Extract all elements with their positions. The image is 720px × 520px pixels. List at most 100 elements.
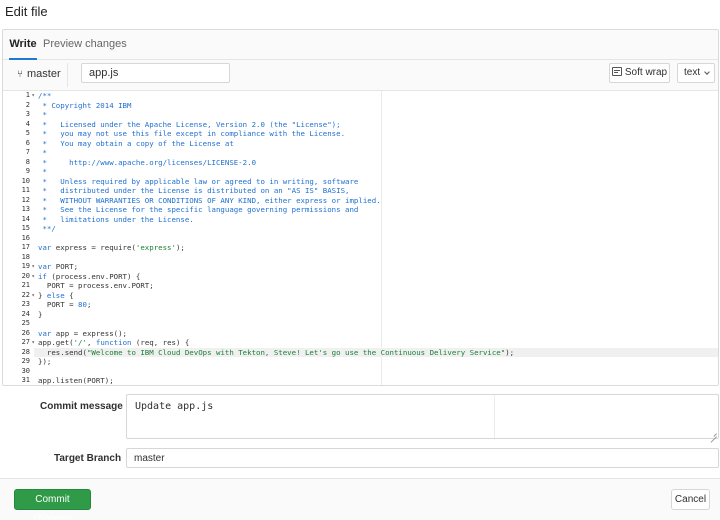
code-line[interactable]: * xyxy=(38,110,718,120)
target-branch-input[interactable] xyxy=(126,448,719,468)
divider xyxy=(494,395,495,438)
line-number: 1 ▾ xyxy=(3,91,35,101)
filename-input[interactable] xyxy=(81,63,230,83)
code-line[interactable]: res.send("Welcome to IBM Cloud DevOps wi… xyxy=(38,348,718,358)
line-number: 17 xyxy=(3,243,34,253)
line-number-text: 2 xyxy=(25,100,30,109)
line-number: 16 xyxy=(3,234,34,244)
fold-arrow-icon[interactable]: ▾ xyxy=(31,291,35,301)
target-branch-label: Target Branch xyxy=(54,453,122,464)
code-line[interactable] xyxy=(38,253,718,263)
code-line[interactable]: PORT = process.env.PORT; xyxy=(38,281,718,291)
line-number: 11 xyxy=(3,186,34,196)
line-number: 31 xyxy=(3,376,34,385)
line-number-text: 26 xyxy=(21,328,30,337)
code-line[interactable]: } xyxy=(38,310,718,320)
code-line[interactable]: * http://www.apache.org/licenses/LICENSE… xyxy=(38,158,718,168)
cancel-button[interactable]: Cancel xyxy=(671,489,710,510)
code-line[interactable]: /** xyxy=(38,91,718,101)
line-number-text: 6 xyxy=(25,138,30,147)
line-number: 22 ▾ xyxy=(3,290,35,301)
line-number-text: 17 xyxy=(21,243,30,251)
soft-wrap-icon xyxy=(611,67,622,76)
branch-icon: ⑂ xyxy=(17,69,23,80)
code-line[interactable]: * limitations under the License. xyxy=(38,215,718,225)
commit-changes-button[interactable]: Commit changes xyxy=(14,489,91,520)
line-number: 26 xyxy=(3,329,34,339)
line-number-text: 22 xyxy=(21,290,30,299)
commit-message-label: Commit message xyxy=(40,401,123,412)
line-number-text: 10 xyxy=(21,176,30,185)
code-line[interactable]: var app = express(); xyxy=(38,329,718,339)
code-line[interactable]: * xyxy=(38,167,718,177)
line-number-text: 12 xyxy=(21,195,30,204)
line-numbers: 1 ▾ 2 3 4 5 6 7 8 9 10 11 12 13 14 15 16 17 18 19 ▾ 20 ▾ 21 22 ▾ 2… xyxy=(3,91,35,385)
code-line[interactable]: }); xyxy=(38,357,718,367)
line-number-text: 31 xyxy=(21,376,30,384)
tab-write[interactable]: Write xyxy=(9,30,37,60)
code-line[interactable]: * Unless required by applicable law or a… xyxy=(38,177,718,187)
code-line[interactable]: } else { xyxy=(38,291,718,301)
code-line[interactable]: PORT = 80; xyxy=(38,300,718,310)
fold-arrow-icon[interactable]: ▾ xyxy=(31,262,35,272)
line-number-text: 8 xyxy=(25,157,30,166)
line-number: 6 xyxy=(3,139,34,149)
code-line[interactable]: * You may obtain a copy of the License a… xyxy=(38,139,718,149)
code-line[interactable]: * See the License for the specific langu… xyxy=(38,205,718,215)
branch-indicator: ⑂ master xyxy=(17,68,61,80)
resize-handle[interactable] xyxy=(709,429,717,437)
line-number: 3 xyxy=(3,110,34,120)
line-number: 15 xyxy=(3,224,34,234)
page-title: Edit file xyxy=(5,4,48,19)
code-line[interactable] xyxy=(38,319,718,329)
code-lines[interactable]: /** * Copyright 2014 IBM * * Licensed un… xyxy=(38,91,718,385)
fold-arrow-icon[interactable]: ▾ xyxy=(31,91,35,101)
code-line[interactable] xyxy=(38,367,718,377)
line-number-text: 7 xyxy=(25,148,30,156)
commit-message-input[interactable] xyxy=(126,394,719,439)
line-number: 23 xyxy=(3,300,34,310)
editor-tabs: Write Preview changes xyxy=(3,30,718,60)
code-line[interactable]: * Licensed under the Apache License, Ver… xyxy=(38,120,718,130)
code-line[interactable]: * WITHOUT WARRANTIES OR CONDITIONS OF AN… xyxy=(38,196,718,206)
line-number-text: 27 xyxy=(21,338,30,346)
line-number-text: 24 xyxy=(21,309,30,318)
soft-wrap-label: Soft wrap xyxy=(624,67,668,78)
code-line[interactable] xyxy=(38,234,718,244)
line-number: 18 xyxy=(3,253,34,263)
line-number: 9 xyxy=(3,167,34,177)
line-number-text: 4 xyxy=(25,119,30,128)
line-number: 4 xyxy=(3,120,34,130)
fold-arrow-icon[interactable]: ▾ xyxy=(31,272,35,282)
line-number-text: 28 xyxy=(21,347,30,356)
line-number: 27 ▾ xyxy=(3,338,35,348)
code-line[interactable]: app.get('/', function (req, res) { xyxy=(38,338,718,348)
line-number: 28 xyxy=(3,348,34,358)
code-editor[interactable]: 1 ▾ 2 3 4 5 6 7 8 9 10 11 12 13 14 15 16 17 18 19 ▾ 20 ▾ 21 22 ▾ 2… xyxy=(3,91,718,385)
code-line[interactable]: * xyxy=(38,148,718,158)
tab-preview-changes[interactable]: Preview changes xyxy=(43,30,127,60)
code-line[interactable]: **/ xyxy=(38,224,718,234)
line-number: 10 xyxy=(3,177,34,187)
fold-arrow-icon[interactable]: ▾ xyxy=(31,338,35,348)
line-number: 29 xyxy=(3,357,34,367)
line-number-text: 5 xyxy=(25,129,30,137)
line-number-text: 30 xyxy=(21,366,30,375)
line-number-text: 23 xyxy=(21,300,30,308)
line-number: 5 xyxy=(3,129,34,139)
code-line[interactable]: if (process.env.PORT) { xyxy=(38,272,718,282)
line-number-text: 16 xyxy=(21,233,30,242)
code-line[interactable]: var express = require('express'); xyxy=(38,243,718,253)
code-line[interactable]: app.listen(PORT); xyxy=(38,376,718,385)
divider xyxy=(67,63,68,87)
line-number-text: 20 xyxy=(21,271,30,280)
line-number-text: 14 xyxy=(21,214,30,223)
soft-wrap-button[interactable]: Soft wrap xyxy=(609,63,670,83)
code-line[interactable]: * you may not use this file except in co… xyxy=(38,129,718,139)
file-mode-select[interactable]: text xyxy=(677,63,715,83)
code-line[interactable]: * distributed under the License is distr… xyxy=(38,186,718,196)
line-number-text: 13 xyxy=(21,205,30,213)
code-line[interactable]: var PORT; xyxy=(38,262,718,272)
code-line[interactable]: * Copyright 2014 IBM xyxy=(38,101,718,111)
line-number-text: 9 xyxy=(25,167,30,175)
